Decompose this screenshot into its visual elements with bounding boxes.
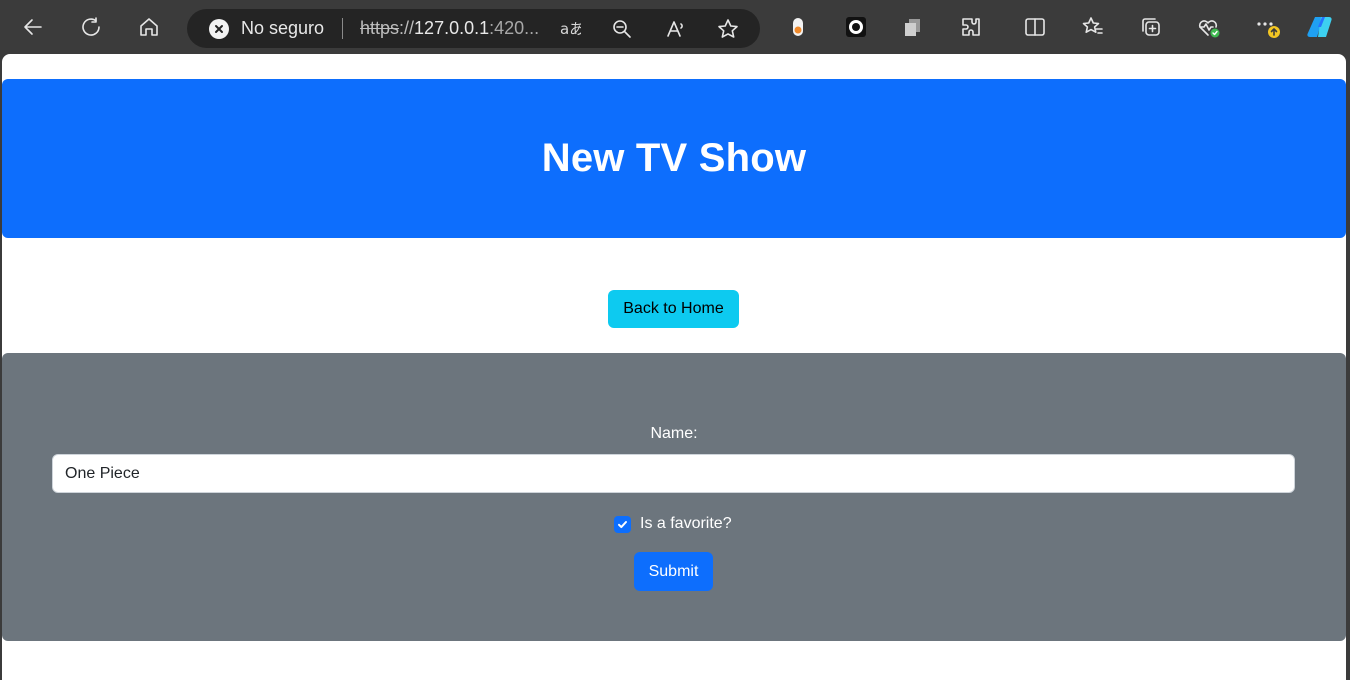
insecure-icon[interactable]	[209, 19, 229, 39]
zoom-out-icon[interactable]	[610, 17, 634, 41]
translate-icon[interactable]: aあ	[558, 17, 582, 41]
submit-button[interactable]: Submit	[634, 552, 713, 591]
favorite-star-icon[interactable]	[716, 17, 740, 41]
url-separator: ://	[399, 18, 415, 38]
favorite-label[interactable]: Is a favorite?	[640, 515, 732, 533]
checkmark-icon	[618, 520, 627, 528]
page-header: New TV Show	[2, 79, 1346, 238]
extension-pages-icon[interactable]	[898, 12, 928, 42]
address-bar[interactable]: No seguro https://127.0.0.1:420... aあ	[187, 9, 760, 48]
url-text[interactable]: https://127.0.0.1:420...	[360, 18, 539, 39]
svg-text:aあ: aあ	[560, 20, 581, 38]
url-port: :420...	[489, 18, 540, 38]
url-host: 127.0.0.1	[414, 18, 490, 38]
back-to-home-button[interactable]: Back to Home	[608, 290, 739, 328]
copilot-icon[interactable]	[1306, 12, 1336, 42]
name-label: Name:	[650, 425, 698, 442]
github-icon[interactable]	[841, 12, 871, 42]
favorite-checkbox[interactable]	[614, 515, 631, 533]
insecure-label[interactable]: No seguro	[241, 18, 324, 39]
favorites-icon[interactable]	[1078, 12, 1108, 42]
address-divider	[342, 18, 343, 39]
extensions-icon[interactable]	[956, 12, 986, 42]
window-edge	[1346, 54, 1350, 680]
page-viewport: New TV Show Back to Home Name: Is a favo…	[2, 54, 1346, 680]
home-icon[interactable]	[134, 12, 164, 42]
name-input[interactable]	[52, 454, 1295, 493]
favorite-row: Is a favorite?	[614, 514, 732, 534]
back-arrow-icon[interactable]	[18, 12, 48, 42]
url-scheme: https	[360, 18, 400, 38]
read-aloud-icon[interactable]	[664, 17, 688, 41]
browser-health-icon[interactable]	[1194, 12, 1224, 42]
page-title: New TV Show	[541, 136, 807, 180]
split-screen-icon[interactable]	[1020, 12, 1050, 42]
collections-icon[interactable]	[1136, 12, 1166, 42]
refresh-icon[interactable]	[76, 12, 106, 42]
tv-show-form: Name: Is a favorite? Submit	[2, 353, 1346, 641]
browser-toolbar: No seguro https://127.0.0.1:420... aあ	[0, 0, 1350, 54]
more-options-icon[interactable]	[1252, 12, 1282, 42]
extension-orange-icon[interactable]	[783, 12, 813, 42]
